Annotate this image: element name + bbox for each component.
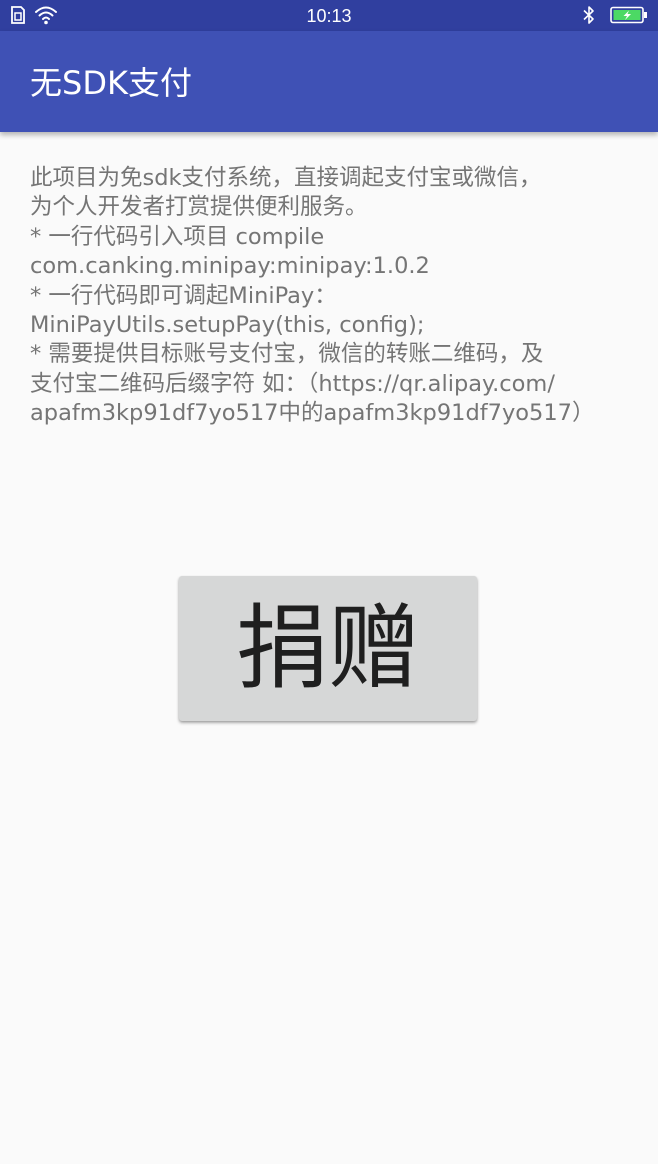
status-right-icons xyxy=(568,5,648,29)
description-line: MiniPayUtils.setupPay(this, config); xyxy=(30,312,425,339)
battery-charging-icon xyxy=(610,6,648,28)
description-line: * 一行代码即可调起MiniPay： xyxy=(30,282,337,309)
description-line: * 一行代码引入项目 compile xyxy=(30,223,325,250)
description-line: apafm3kp91df7yo517中的apafm3kp91df7yo517） xyxy=(30,400,595,427)
description-line: 支付宝二维码后缀字符 如：（https://qr.alipay.com/ xyxy=(30,370,555,397)
bluetooth-icon xyxy=(582,5,596,29)
app-bar: 无SDK支付 xyxy=(0,31,658,132)
description-text: 此项目为免sdk支付系统，直接调起支付宝或微信， 为个人开发者打赏提供便利服务。… xyxy=(30,164,626,429)
description-line: 为个人开发者打赏提供便利服务。 xyxy=(30,194,368,221)
status-time: 10:13 xyxy=(306,6,352,26)
donate-button[interactable]: 捐赠 xyxy=(179,576,477,721)
description-line: com.canking.minipay:minipay:1.0.2 xyxy=(30,253,430,280)
page-title: 无SDK支付 xyxy=(30,64,192,102)
description-line: * 需要提供目标账号支付宝，微信的转账二维码，及 xyxy=(30,341,544,368)
status-bar: 10:13 xyxy=(0,0,658,31)
description-line: 此项目为免sdk支付系统，直接调起支付宝或微信， xyxy=(30,165,542,191)
